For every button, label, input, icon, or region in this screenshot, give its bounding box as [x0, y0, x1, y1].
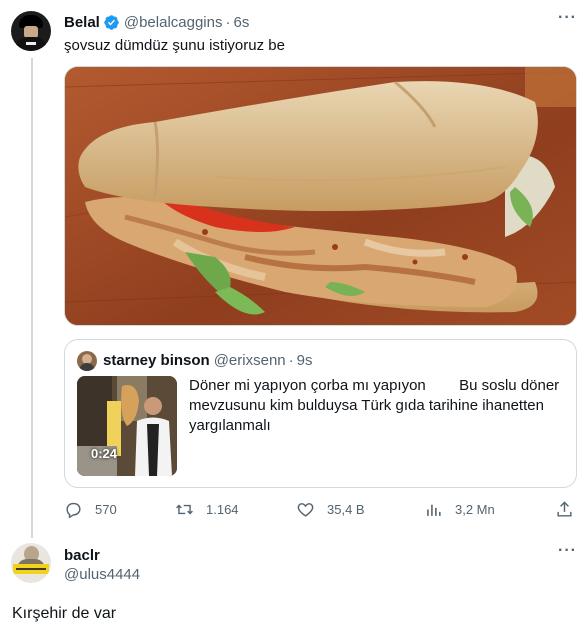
quoted-tweet-text: Döner mi yapıyon çorba mı yapıyon Bu sos…	[189, 377, 564, 434]
reply-avatar[interactable]	[11, 543, 51, 583]
separator-dot: ·	[288, 352, 294, 369]
video-frame	[77, 376, 177, 476]
like-button[interactable]: 35,4 B	[296, 500, 365, 519]
retweet-count: 1.164	[206, 502, 239, 517]
sandwich-photo	[65, 67, 576, 325]
heart-icon	[297, 503, 314, 517]
reply-tweet-text: Kırşehir de var	[12, 605, 117, 622]
avatar-shirt-logo	[26, 42, 36, 45]
share-icon	[557, 501, 572, 517]
more-options-icon[interactable]: ···	[558, 9, 577, 27]
reply-button[interactable]: 570	[64, 500, 117, 519]
quoted-video-thumbnail[interactable]: 0:24	[77, 376, 177, 476]
quoted-author-handle[interactable]: @erixsenn	[214, 352, 286, 369]
views-chart-icon	[427, 504, 441, 516]
author-handle[interactable]: @belalcaggins	[124, 14, 223, 31]
like-count: 35,4 B	[327, 502, 365, 517]
tweet-text: şovsuz dümdüz şunu istiyoruz be	[64, 37, 285, 54]
avatar[interactable]	[11, 11, 51, 51]
quoted-timestamp[interactable]: 9s	[297, 352, 313, 369]
reply-author-name[interactable]: baclr	[64, 547, 100, 564]
tweet-media-image[interactable]	[64, 66, 577, 326]
retweet-icon	[176, 504, 193, 515]
share-button[interactable]	[555, 500, 574, 519]
author-name[interactable]: Belal	[64, 14, 100, 31]
tweet-timestamp[interactable]: 6s	[233, 14, 249, 31]
more-options-icon[interactable]: ···	[558, 542, 577, 560]
reply-count: 570	[95, 502, 117, 517]
quoted-tweet[interactable]: starney binson @erixsenn · 9s 0:24 Döner…	[64, 339, 577, 488]
views-count: 3,2 Mn	[455, 502, 495, 517]
tweet-header: Belal @belalcaggins · 6s	[64, 13, 249, 31]
tweet-action-bar: 570 1.164 35,4 B 3,2 Mn	[64, 500, 576, 522]
quoted-avatar-body	[79, 363, 95, 371]
reply-author-handle[interactable]: @ulus4444	[64, 566, 140, 583]
quoted-avatar[interactable]	[77, 351, 97, 371]
reply-avatar-banner-text-line	[16, 568, 46, 570]
quoted-tweet-header: starney binson @erixsenn · 9s	[103, 352, 312, 369]
reply-icon	[66, 502, 81, 519]
separator-dot: ·	[225, 13, 231, 31]
views-button[interactable]: 3,2 Mn	[424, 500, 495, 519]
thread-connector-line	[31, 58, 33, 538]
video-duration: 0:24	[91, 446, 118, 461]
quoted-author-name[interactable]: starney binson	[103, 352, 210, 369]
retweet-button[interactable]: 1.164	[175, 500, 239, 519]
verified-badge-icon	[104, 14, 119, 30]
